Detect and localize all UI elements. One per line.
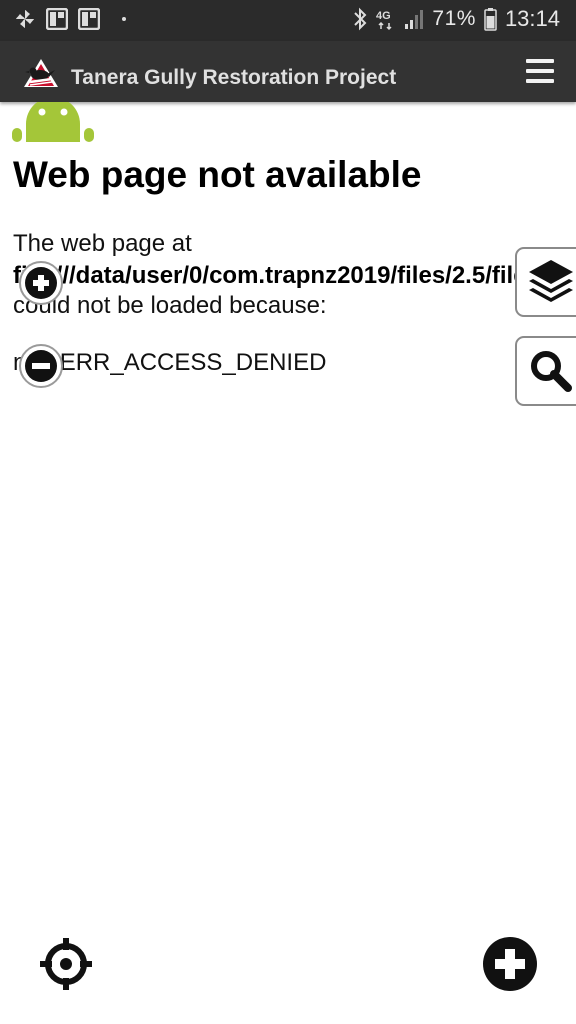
pinwheel-icon xyxy=(16,10,34,28)
hamburger-menu-icon[interactable] xyxy=(526,59,554,85)
error-url: file:///data/user/0/com.trapnz2019/files… xyxy=(13,262,527,289)
search-icon xyxy=(531,351,572,392)
layers-icon xyxy=(529,260,573,302)
minus-icon xyxy=(32,363,50,369)
plus-circle-icon xyxy=(483,937,537,991)
gallery-icon xyxy=(78,8,100,30)
status-time: 13:14 xyxy=(504,6,560,31)
error-message-intro: The web page at xyxy=(13,230,192,257)
bird-logo-icon xyxy=(24,59,58,87)
error-title: Web page not available xyxy=(13,154,422,195)
status-notifications xyxy=(14,8,126,30)
app-bar: Tanera Gully Restoration Project xyxy=(0,41,576,102)
signal-icon xyxy=(405,10,424,29)
battery-icon xyxy=(484,8,497,31)
screen: 4G 71% 13:14 Tanera Gully Restoration Pr… xyxy=(0,0,576,1024)
add-button[interactable] xyxy=(482,936,538,992)
layers-button[interactable] xyxy=(515,247,576,317)
crosshair-icon xyxy=(40,938,92,990)
notification-dot-icon xyxy=(122,17,126,21)
search-button[interactable] xyxy=(515,336,576,406)
gallery-icon xyxy=(46,8,68,30)
status-bar: 4G 71% 13:14 xyxy=(0,0,576,41)
network-4g-icon: 4G xyxy=(376,10,392,31)
zoom-out-button[interactable] xyxy=(19,344,63,388)
status-system: 4G 71% 13:14 xyxy=(352,6,560,32)
plus-icon xyxy=(33,275,49,291)
battery-percent: 71% xyxy=(432,7,476,30)
app-title: Tanera Gully Restoration Project xyxy=(71,66,397,89)
bluetooth-icon xyxy=(354,7,367,31)
network-label: 4G xyxy=(376,10,391,22)
android-robot-icon xyxy=(12,102,94,142)
locate-me-button[interactable] xyxy=(38,936,94,992)
zoom-in-button[interactable] xyxy=(19,261,63,305)
map-webview[interactable]: Web page not available The web page at f… xyxy=(0,102,576,1024)
